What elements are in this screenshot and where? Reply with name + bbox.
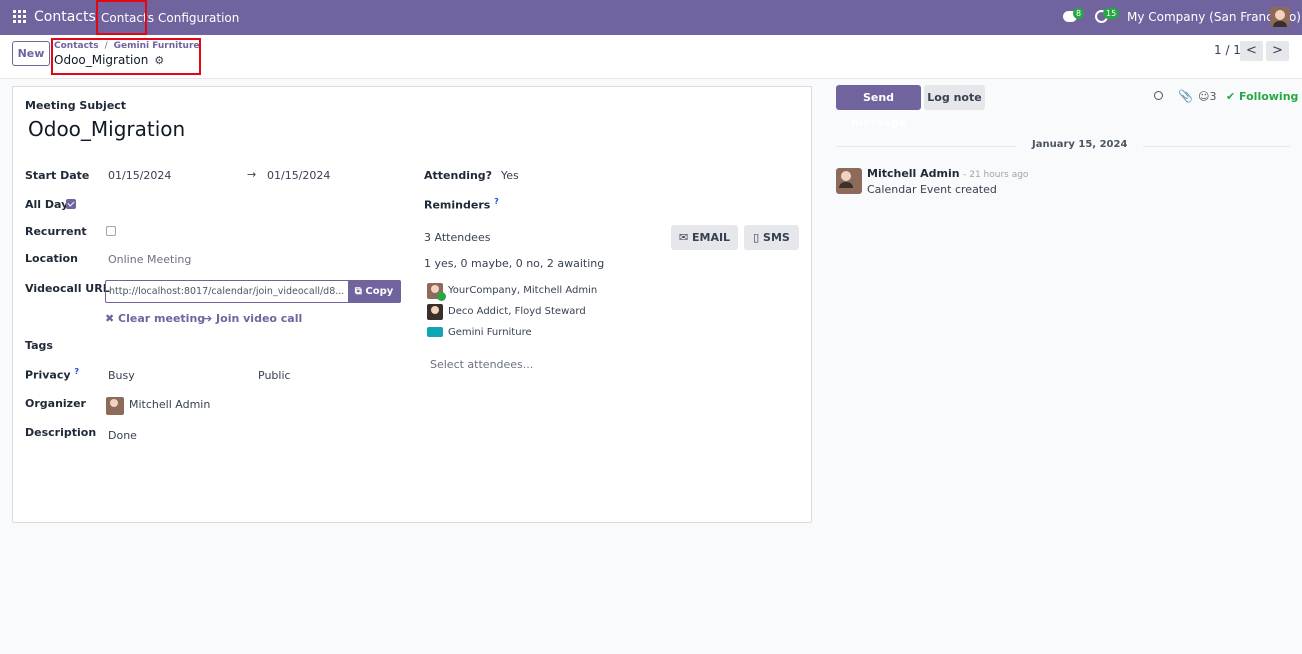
reminders-label: Reminders ? <box>424 197 499 212</box>
chatter-panel: Send message Log note 📎 ☺3 ✔ Following J… <box>820 79 1302 654</box>
mobile-icon: ▯ <box>753 231 764 244</box>
company-logo-icon <box>427 327 443 337</box>
message-body: Calendar Event created <box>867 183 997 196</box>
paperclip-icon[interactable]: 📎 <box>1178 89 1193 103</box>
highlight-box <box>96 0 147 35</box>
copy-icon: ⧉ <box>354 286 366 297</box>
user-avatar[interactable] <box>1270 7 1290 27</box>
description-field[interactable]: Done <box>108 429 137 442</box>
date-separator: January 15, 2024 <box>836 139 1290 153</box>
menu-configuration[interactable]: Configuration <box>158 11 239 25</box>
top-navbar: Contacts Contacts Configuration 8 15 My … <box>0 0 1302 35</box>
description-label: Description <box>25 426 97 439</box>
following-label: Following <box>1239 90 1299 103</box>
app-brand[interactable]: Contacts <box>34 9 96 25</box>
subject-label: Meeting Subject <box>25 99 127 112</box>
attendee-avatar <box>427 304 443 320</box>
followers-count: 3 <box>1209 90 1217 103</box>
attending-label: Attending? <box>424 169 493 182</box>
email-button[interactable]: ✉ EMAIL <box>671 225 738 250</box>
log-note-button[interactable]: Log note <box>924 85 985 110</box>
recurrent-label: Recurrent <box>25 225 87 238</box>
email-button-label: EMAIL <box>691 231 731 244</box>
attendee-item[interactable]: Deco Addict, Floyd Steward <box>448 306 586 317</box>
check-icon: ✔ <box>1226 90 1240 103</box>
pager-prev-button[interactable]: < <box>1240 41 1263 61</box>
privacy-label-text: Privacy <box>25 368 71 382</box>
organizer-label: Organizer <box>25 397 86 410</box>
end-date-field[interactable]: 01/15/2024 <box>267 169 330 182</box>
message-header: Mitchell Admin - 21 hours ago <box>867 167 1028 180</box>
privacy-field[interactable]: Public <box>258 369 291 382</box>
join-video-call-link[interactable]: ➔ Join video call <box>203 312 302 325</box>
reminders-label-text: Reminders <box>424 198 491 212</box>
highlight-box <box>51 38 201 75</box>
start-date-field[interactable]: 01/15/2024 <box>108 169 171 182</box>
messages-badge: 8 <box>1073 8 1085 19</box>
new-button[interactable]: New <box>12 41 50 66</box>
videocall-url-field[interactable]: http://localhost:8017/calendar/join_vide… <box>105 280 401 303</box>
organizer-field[interactable]: Mitchell Admin <box>129 398 210 411</box>
send-message-button[interactable]: Send message <box>836 85 921 129</box>
app-menu-icon[interactable] <box>13 10 26 23</box>
attending-field[interactable]: Yes <box>501 169 519 182</box>
search-icon[interactable] <box>1154 91 1163 100</box>
message-author[interactable]: Mitchell Admin <box>867 167 960 180</box>
following-button[interactable]: ✔ Following <box>1226 90 1298 103</box>
pager-next-button[interactable]: > <box>1266 41 1289 61</box>
select-attendees-input[interactable]: Select attendees... <box>430 358 533 371</box>
subject-input[interactable]: Odoo_Migration <box>28 117 185 141</box>
pager-value[interactable]: 1 / 1 <box>1214 43 1241 57</box>
privacy-help-icon[interactable]: ? <box>74 367 79 376</box>
all-day-label: All Day <box>25 198 69 211</box>
message-time: - 21 hours ago <box>963 170 1029 180</box>
envelope-icon: ✉ <box>678 231 692 244</box>
recurrent-checkbox[interactable] <box>106 226 116 236</box>
message-author-avatar[interactable] <box>836 168 862 194</box>
show-as-field[interactable]: Busy <box>108 369 135 382</box>
clear-meeting-link[interactable]: ✖ Clear meeting <box>105 312 205 325</box>
copy-label: Copy <box>365 286 394 297</box>
attendees-count: 3 Attendees <box>424 231 491 244</box>
followers-button[interactable]: ☺3 <box>1198 90 1216 103</box>
person-icon: ☺ <box>1198 90 1210 103</box>
location-field[interactable]: Online Meeting <box>108 253 191 266</box>
date-separator-label: January 15, 2024 <box>1016 139 1144 150</box>
form-sheet: Meeting Subject Odoo_Migration Start Dat… <box>12 86 812 523</box>
videocall-label: Videocall URL <box>25 282 110 295</box>
attendee-summary: 1 yes, 0 maybe, 0 no, 2 awaiting <box>424 257 605 270</box>
privacy-label: Privacy ? <box>25 367 79 382</box>
location-label: Location <box>25 252 78 265</box>
reminders-help-icon[interactable]: ? <box>494 197 499 206</box>
videocall-url-text: http://localhost:8017/calendar/join_vide… <box>109 286 345 297</box>
arrow-right-icon: → <box>247 168 257 181</box>
sms-button-label: SMS <box>763 231 790 244</box>
control-panel: New Contacts / Gemini Furniture Odoo_Migra… <box>0 35 1302 79</box>
tags-label: Tags <box>25 339 53 352</box>
accepted-check-icon <box>437 292 446 301</box>
copy-button[interactable]: ⧉ Copy <box>348 281 400 302</box>
attendee-item[interactable]: YourCompany, Mitchell Admin <box>448 285 597 296</box>
organizer-avatar <box>106 397 124 415</box>
attendee-item[interactable]: Gemini Furniture <box>448 327 532 338</box>
start-date-label: Start Date <box>25 169 90 182</box>
sms-button[interactable]: ▯ SMS <box>744 225 799 250</box>
activities-badge: 15 <box>1103 8 1120 19</box>
all-day-checkbox[interactable] <box>66 199 76 209</box>
